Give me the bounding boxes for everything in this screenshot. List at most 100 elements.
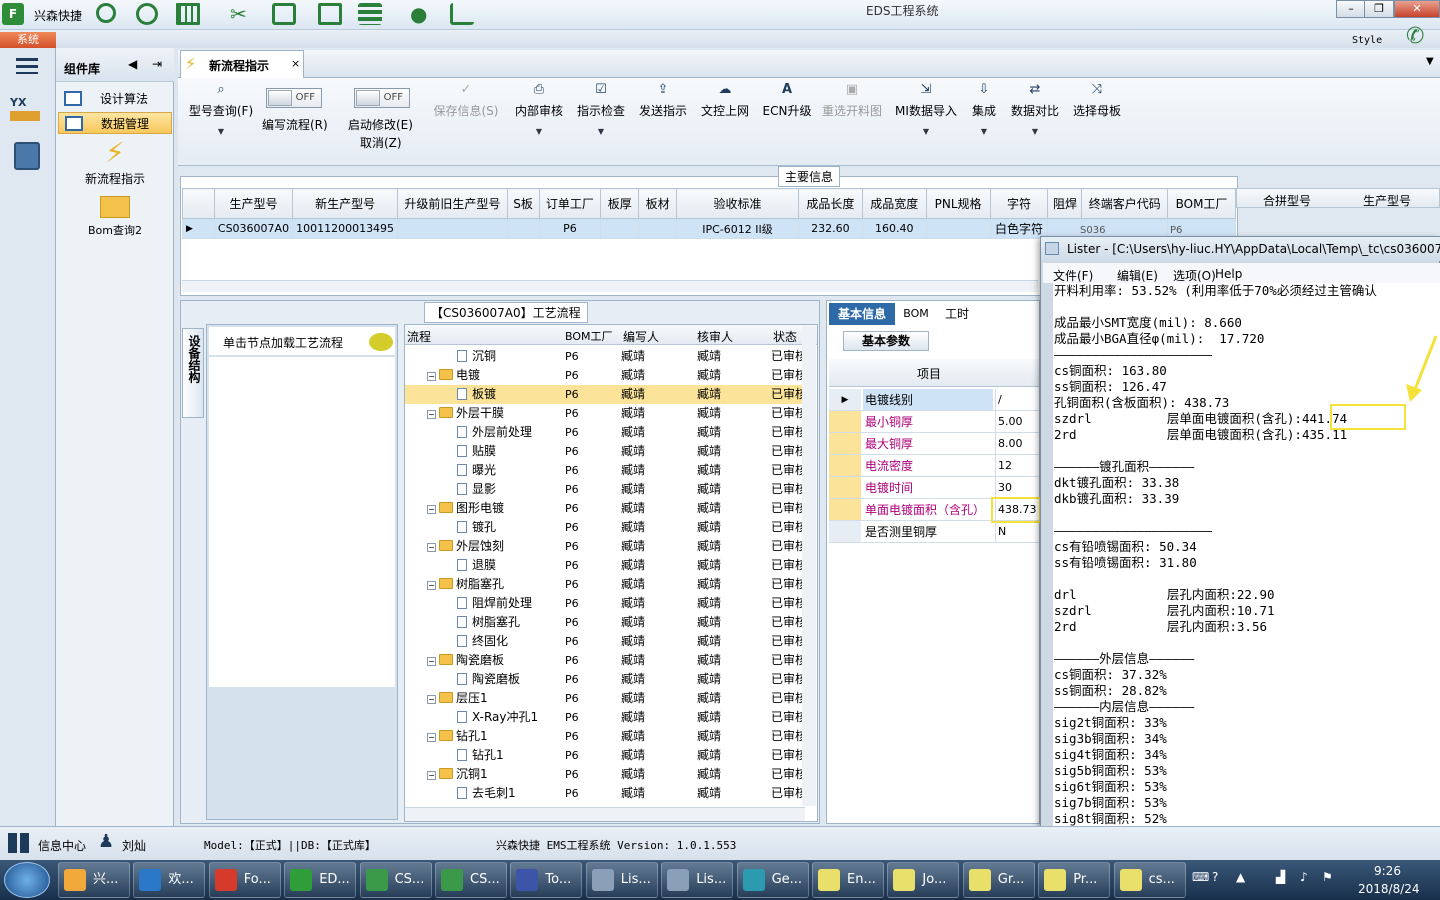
tree-cell-writer[interactable]: 臧靖: [621, 651, 645, 670]
tree-cell-reviewer[interactable]: 臧靖: [697, 442, 721, 461]
tree-cell-reviewer[interactable]: 臧靖: [697, 537, 721, 556]
column-header[interactable]: PNL规格: [925, 188, 991, 219]
minimize-button[interactable]: –: [1336, 0, 1366, 18]
table-cell[interactable]: 160.40: [861, 218, 927, 239]
tree-cell-reviewer[interactable]: 臧靖: [697, 347, 721, 366]
collapse-icon[interactable]: −: [427, 581, 436, 590]
menu-file[interactable]: 文件(F): [1053, 267, 1093, 284]
collapse-icon[interactable]: −: [427, 733, 436, 742]
calculator-icon[interactable]: [14, 142, 40, 170]
column-header[interactable]: BOM工厂: [1167, 188, 1236, 219]
select-motherboard-button[interactable]: ⤨ 选择母板: [1070, 82, 1124, 119]
taskbar-button[interactable]: Fo...: [208, 862, 281, 898]
column-header[interactable]: 验收标准: [676, 188, 799, 219]
tree-leaf-node[interactable]: 阻焊前处理: [457, 594, 532, 613]
tree-folder-node[interactable]: − 树脂塞孔: [427, 575, 504, 594]
tree-leaf-node[interactable]: 去毛刺1: [457, 784, 516, 803]
check-instruction-button[interactable]: ☑ 指示检查 ▼: [574, 82, 628, 136]
tree-cell-reviewer[interactable]: 臧靖: [697, 385, 721, 404]
tree-cell-bom[interactable]: P6: [565, 632, 579, 651]
bom-query-shortcut[interactable]: Bom查询2: [56, 196, 174, 244]
tree-row[interactable]: 贴膜 P6 臧靖 臧靖 已审核: [405, 442, 815, 461]
collapse-icon[interactable]: −: [427, 695, 436, 704]
clock-date[interactable]: 2018/8/24: [1358, 882, 1420, 896]
tree-cell-reviewer[interactable]: 臧靖: [697, 746, 721, 765]
tree-cell-bom[interactable]: P6: [565, 708, 579, 727]
tree-cell-writer[interactable]: 臧靖: [621, 461, 645, 480]
menu-edit[interactable]: 编辑(E): [1117, 267, 1158, 284]
tree-cell-bom[interactable]: P6: [565, 575, 579, 594]
close-tab-icon[interactable]: ×: [291, 57, 300, 70]
tree-cell-reviewer[interactable]: 臧靖: [697, 632, 721, 651]
tree-row[interactable]: 阻焊前处理 P6 臧靖 臧靖 已审核: [405, 594, 815, 613]
table-cell[interactable]: CS036007A0: [213, 218, 294, 239]
table-cell[interactable]: P6: [538, 218, 602, 239]
chart-icon[interactable]: [450, 3, 474, 25]
tree-cell-bom[interactable]: P6: [565, 366, 579, 385]
horizontal-scrollbar[interactable]: [182, 280, 1038, 292]
collapse-icon[interactable]: −: [427, 505, 436, 514]
tree-row[interactable]: 陶瓷磨板 P6 臧靖 臧靖 已审核: [405, 670, 815, 689]
column-header[interactable]: 状态: [773, 328, 797, 345]
property-value[interactable]: /: [995, 389, 1039, 410]
tree-cell-reviewer[interactable]: 臧靖: [697, 727, 721, 746]
tree-leaf-node[interactable]: 镀孔: [457, 518, 496, 537]
tree-row[interactable]: 板镀 P6 臧靖 臧靖 已审核: [405, 385, 815, 404]
tree-row[interactable]: X-Ray冲孔1 P6 臧靖 臧靖 已审核: [405, 708, 815, 727]
property-row[interactable]: 最小铜厚 5.00: [829, 411, 1039, 433]
tree-cell-bom[interactable]: P6: [565, 442, 579, 461]
tree-cell-writer[interactable]: 臧靖: [621, 518, 645, 537]
column-header[interactable]: 生产型号: [213, 188, 294, 219]
tree-cell-writer[interactable]: 臧靖: [621, 689, 645, 708]
tree-cell-bom[interactable]: P6: [565, 727, 579, 746]
property-row[interactable]: 是否测里铜厚 N: [829, 521, 1039, 543]
restore-button[interactable]: ❐: [1364, 0, 1394, 18]
taskbar-button[interactable]: Lis...: [585, 862, 658, 898]
data-compare-button[interactable]: ⇄ 数据对比 ▼: [1008, 82, 1062, 136]
tree-leaf-node[interactable]: 板镀: [457, 385, 496, 404]
tree-cell-bom[interactable]: P6: [565, 423, 579, 442]
tree-cell-writer[interactable]: 臧靖: [621, 746, 645, 765]
table-cell[interactable]: [397, 218, 508, 239]
tree-cell-writer[interactable]: 臧靖: [621, 347, 645, 366]
property-value[interactable]: N: [995, 521, 1039, 542]
tree-cell-writer[interactable]: 臧靖: [621, 575, 645, 594]
tree-leaf-node[interactable]: 外层前处理: [457, 423, 532, 442]
film-icon[interactable]: [272, 3, 296, 25]
tree-row[interactable]: 终固化 P6 臧靖 臧靖 已审核: [405, 632, 815, 651]
info-center-label[interactable]: 信息中心: [38, 837, 86, 854]
tree-cell-writer[interactable]: 臧靖: [621, 442, 645, 461]
tree-folder-node[interactable]: − 图形电镀: [427, 499, 504, 518]
tree-cell-writer[interactable]: 臧靖: [621, 594, 645, 613]
property-row[interactable]: 电流密度 12: [829, 455, 1039, 477]
property-value[interactable]: 8.00: [995, 433, 1039, 454]
tree-cell-bom[interactable]: P6: [565, 537, 579, 556]
side-tab-equipment[interactable]: 设备结构: [182, 328, 204, 418]
table-cell[interactable]: [925, 218, 991, 239]
tree-row[interactable]: 沉铜 P6 臧靖 臧靖 已审核: [405, 347, 815, 366]
column-header[interactable]: 阻焊: [1047, 188, 1083, 219]
property-value[interactable]: 5.00: [995, 411, 1039, 432]
grid-icon[interactable]: [176, 3, 200, 25]
tree-leaf-node[interactable]: 树脂塞孔: [457, 613, 520, 632]
tree-cell-bom[interactable]: P6: [565, 347, 579, 366]
tree-horizontal-scrollbar[interactable]: [405, 807, 805, 821]
tree-cell-writer[interactable]: 臧靖: [621, 784, 645, 803]
table-cell[interactable]: [506, 218, 540, 239]
property-row[interactable]: 电镀时间 30: [829, 477, 1039, 499]
tree-cell-reviewer[interactable]: 臧靖: [697, 480, 721, 499]
tree-cell-writer[interactable]: 臧靖: [621, 404, 645, 423]
tab-work-hours[interactable]: 工时: [939, 303, 975, 325]
taskbar-button[interactable]: Pr...: [1038, 862, 1111, 898]
tree-cell-writer[interactable]: 臧靖: [621, 670, 645, 689]
tree-cell-reviewer[interactable]: 臧靖: [697, 518, 721, 537]
tree-cell-reviewer[interactable]: 臧靖: [697, 366, 721, 385]
pin-icon[interactable]: ⇥: [152, 57, 162, 71]
tree-leaf-node[interactable]: 终固化: [457, 632, 508, 651]
tree-folder-node[interactable]: − 电镀: [427, 366, 480, 385]
tree-cell-bom[interactable]: P6: [565, 594, 579, 613]
yx-module-icon[interactable]: YX: [10, 96, 42, 126]
column-header[interactable]: 订单工厂: [538, 188, 602, 219]
tree-cell-bom[interactable]: P6: [565, 670, 579, 689]
tree-cell-writer[interactable]: 臧靖: [621, 366, 645, 385]
